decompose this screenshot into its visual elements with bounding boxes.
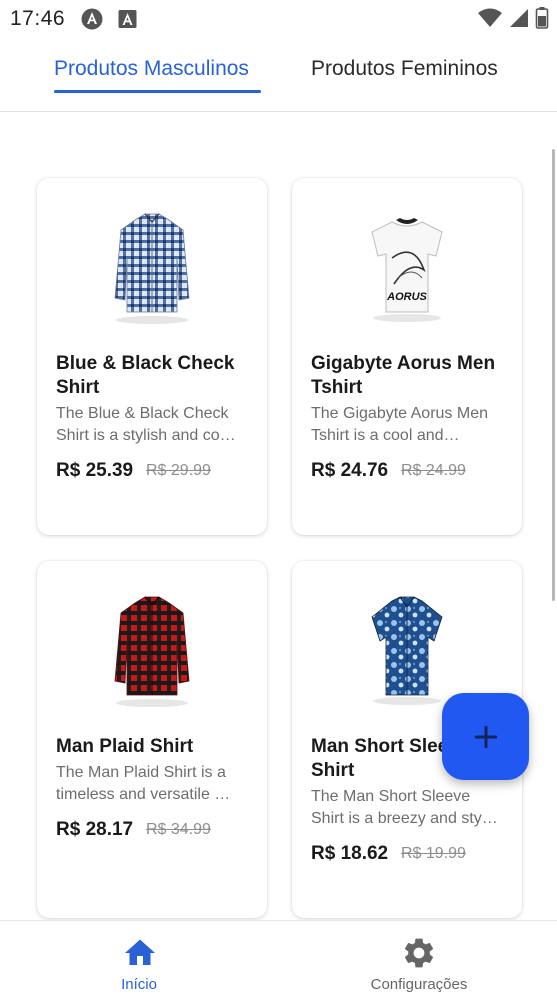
battery-icon [535,7,549,29]
product-old-price: R$ 24.99 [401,462,466,479]
product-price: R$ 18.62 [311,843,389,864]
tshirt-print-text: AORUS [386,291,427,303]
product-description: The Man Short Sleeve Shirt is a breezy a… [311,788,498,827]
a-app-icon [118,10,137,28]
status-time: 17:46 [10,7,66,30]
add-product-button[interactable] [442,693,529,780]
plaid-shirt-icon [114,596,190,707]
product-price: R$ 24.76 [311,460,389,481]
product-card[interactable]: Man Plaid Shirt The Man Plaid Shirt is a… [37,561,267,918]
product-card[interactable]: AORUS Gigabyte Aorus Men Tshirt The Giga… [292,178,522,535]
product-description: The Blue & Black Check Shirt is a stylis… [56,405,236,444]
tab-produtos-masculinos[interactable]: Produtos Masculinos [54,57,249,81]
check-shirt-icon [114,213,190,324]
bottom-navigation: Início Configurações [0,920,557,996]
product-price: R$ 25.39 [56,460,134,481]
home-icon [125,939,155,965]
product-grid[interactable]: Blue & Black Check Shirt The Blue & Blac… [0,113,557,920]
wifi-icon [478,8,502,27]
product-old-price: R$ 34.99 [146,821,211,838]
angular-app-icon [81,8,103,30]
tshirt-icon: AORUS [371,218,443,322]
status-bar: 17:46 [0,0,557,38]
product-price: R$ 28.17 [56,819,134,840]
product-card[interactable]: Blue & Black Check Shirt The Blue & Blac… [37,178,267,535]
nav-label-inicio: Início [121,976,157,993]
signal-icon [510,9,528,27]
nav-item-configuracoes[interactable]: Configurações [280,921,557,996]
scrollbar[interactable] [552,149,555,601]
category-tabs: Produtos Masculinos Produtos Femininos [0,38,557,112]
product-old-price: R$ 19.99 [401,845,466,862]
nav-label-configuracoes: Configurações [370,976,468,993]
plus-icon [474,725,497,748]
gear-icon [404,938,434,968]
floral-shirt-icon [371,596,443,705]
active-tab-indicator [54,90,261,93]
product-title: Gigabyte Aorus Men Tshirt [311,353,496,398]
product-description: The Man Plaid Shirt is a timeless and ve… [56,764,231,803]
product-title: Blue & Black Check Shirt [56,353,235,398]
nav-item-inicio[interactable]: Início [0,921,278,996]
product-title: Man Plaid Shirt [56,736,194,757]
product-description: The Gigabyte Aorus Men Tshirt is a cool … [311,405,488,444]
tab-produtos-femininos[interactable]: Produtos Femininos [311,57,498,81]
product-old-price: R$ 29.99 [146,462,211,479]
